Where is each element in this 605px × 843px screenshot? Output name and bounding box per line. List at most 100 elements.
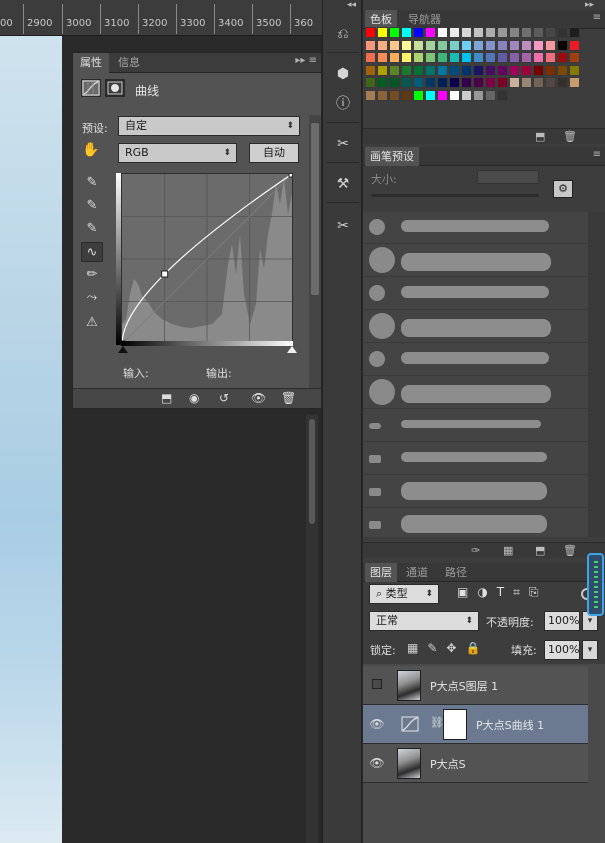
- delete-icon[interactable]: 🗑: [563, 130, 577, 143]
- color-swatch[interactable]: [377, 27, 388, 38]
- color-swatch[interactable]: [473, 27, 484, 38]
- color-swatch[interactable]: [497, 64, 508, 76]
- curve-svg[interactable]: [118, 170, 296, 348]
- color-swatch[interactable]: [485, 89, 496, 101]
- color-swatch[interactable]: [413, 77, 424, 88]
- clip-to-layer-icon[interactable]: ⬒: [161, 391, 172, 405]
- link-icon[interactable]: ⛓: [430, 716, 444, 729]
- color-swatch[interactable]: [533, 64, 544, 76]
- color-swatch[interactable]: [461, 77, 472, 88]
- color-swatch[interactable]: [389, 52, 400, 63]
- color-swatch[interactable]: [497, 27, 508, 38]
- preset-select[interactable]: 自定 ⬍: [118, 116, 300, 136]
- delete-icon[interactable]: 🗑: [563, 544, 577, 557]
- color-swatch[interactable]: [509, 39, 520, 51]
- brush-preset-item[interactable]: [363, 212, 588, 244]
- color-swatch[interactable]: [545, 27, 556, 38]
- color-swatch[interactable]: [545, 39, 556, 51]
- color-swatch[interactable]: [557, 52, 568, 63]
- color-swatch[interactable]: [437, 39, 448, 51]
- color-swatch[interactable]: [569, 39, 580, 51]
- color-swatch[interactable]: [557, 77, 568, 88]
- color-swatch[interactable]: [425, 77, 436, 88]
- color-swatch[interactable]: [485, 77, 496, 88]
- color-swatch[interactable]: [377, 89, 388, 101]
- color-swatch[interactable]: [437, 89, 448, 101]
- color-swatch[interactable]: [497, 39, 508, 51]
- layer-mask-icon[interactable]: [105, 79, 125, 97]
- color-swatch[interactable]: [521, 64, 532, 76]
- clipping-warning-icon[interactable]: ⚠: [81, 313, 103, 333]
- brush-preset-item[interactable]: [363, 377, 588, 409]
- color-swatch[interactable]: [569, 77, 580, 88]
- brush-preset-item[interactable]: [363, 311, 588, 343]
- color-swatch[interactable]: [557, 64, 568, 76]
- color-swatch[interactable]: [521, 27, 532, 38]
- color-swatch[interactable]: [377, 64, 388, 76]
- properties-scroll-thumb[interactable]: [311, 123, 319, 295]
- brush-preset-item[interactable]: [363, 509, 588, 541]
- brush-settings-icon[interactable]: ⚙: [553, 180, 573, 198]
- tab-brush-presets[interactable]: 画笔预设: [365, 147, 419, 166]
- color-swatch[interactable]: [461, 27, 472, 38]
- color-swatch[interactable]: [485, 64, 496, 76]
- curve-graph[interactable]: [118, 170, 296, 348]
- color-swatch[interactable]: [449, 64, 460, 76]
- canvas-vertical-scrollbar[interactable]: [306, 415, 318, 843]
- new-swatch-icon[interactable]: ⬒: [535, 130, 545, 143]
- gray-eyedropper-icon[interactable]: ✎: [81, 196, 103, 216]
- color-swatch[interactable]: [449, 27, 460, 38]
- brush-size-input[interactable]: [477, 170, 539, 184]
- color-swatch[interactable]: [545, 64, 556, 76]
- color-swatch[interactable]: [533, 39, 544, 51]
- tab-paths[interactable]: 路径: [440, 563, 472, 582]
- color-swatch[interactable]: [401, 64, 412, 76]
- color-swatch[interactable]: [377, 39, 388, 51]
- hand-target-icon[interactable]: ✋: [82, 142, 104, 160]
- panel-menu-icon[interactable]: ≡: [593, 149, 601, 160]
- color-swatch[interactable]: [569, 52, 580, 63]
- color-swatch[interactable]: [521, 39, 532, 51]
- brush-preset-item[interactable]: [363, 443, 588, 475]
- eye-icon[interactable]: 👁: [369, 716, 385, 732]
- color-swatch[interactable]: [449, 52, 460, 63]
- color-swatch[interactable]: [473, 39, 484, 51]
- color-swatch[interactable]: [365, 64, 376, 76]
- color-swatch[interactable]: [449, 39, 460, 51]
- canvas-photo[interactable]: [0, 36, 62, 843]
- white-point-slider[interactable]: [287, 346, 297, 353]
- color-swatch[interactable]: [557, 39, 568, 51]
- color-swatch[interactable]: [377, 77, 388, 88]
- fill-input[interactable]: 100%: [544, 640, 580, 660]
- properties-scrollbar[interactable]: [309, 115, 321, 390]
- curve-control-point[interactable]: [161, 270, 169, 278]
- layer-row[interactable]: P大点S图层 1: [363, 666, 588, 705]
- color-swatch[interactable]: [413, 64, 424, 76]
- color-swatch[interactable]: [485, 52, 496, 63]
- color-swatch[interactable]: [365, 27, 376, 38]
- panel-menu-icon[interactable]: ▸▸ ≡: [295, 55, 317, 66]
- color-swatch[interactable]: [533, 27, 544, 38]
- channel-select[interactable]: RGB ⬍: [118, 143, 237, 163]
- color-swatch[interactable]: [521, 52, 532, 63]
- reset-icon[interactable]: ↺: [219, 391, 229, 405]
- color-swatch[interactable]: [473, 64, 484, 76]
- blend-mode-select[interactable]: 正常 ⬍: [369, 611, 479, 631]
- brush-list-scrollbar[interactable]: [588, 212, 605, 537]
- lock-icons[interactable]: ▦✎✥🔒: [407, 641, 497, 657]
- color-swatch[interactable]: [425, 52, 436, 63]
- color-swatch[interactable]: [569, 27, 580, 38]
- color-swatch[interactable]: [425, 39, 436, 51]
- brush-panel-icon[interactable]: ▦: [503, 544, 513, 557]
- clone-source-icon[interactable]: ⚒: [330, 172, 356, 196]
- color-swatch[interactable]: [461, 64, 472, 76]
- collapse-icon[interactable]: ◂◂: [347, 0, 356, 10]
- color-swatch[interactable]: [533, 52, 544, 63]
- brush-preset-item[interactable]: [363, 410, 588, 442]
- black-eyedropper-icon[interactable]: ✎: [81, 173, 103, 193]
- history-icon[interactable]: ⎌: [330, 22, 356, 46]
- tool-presets-icon[interactable]: ✂: [330, 214, 356, 238]
- layer-filter-select[interactable]: ⌕ 类型 ⬍: [369, 584, 439, 604]
- color-swatch[interactable]: [461, 89, 472, 101]
- tab-properties[interactable]: 属性: [73, 53, 109, 73]
